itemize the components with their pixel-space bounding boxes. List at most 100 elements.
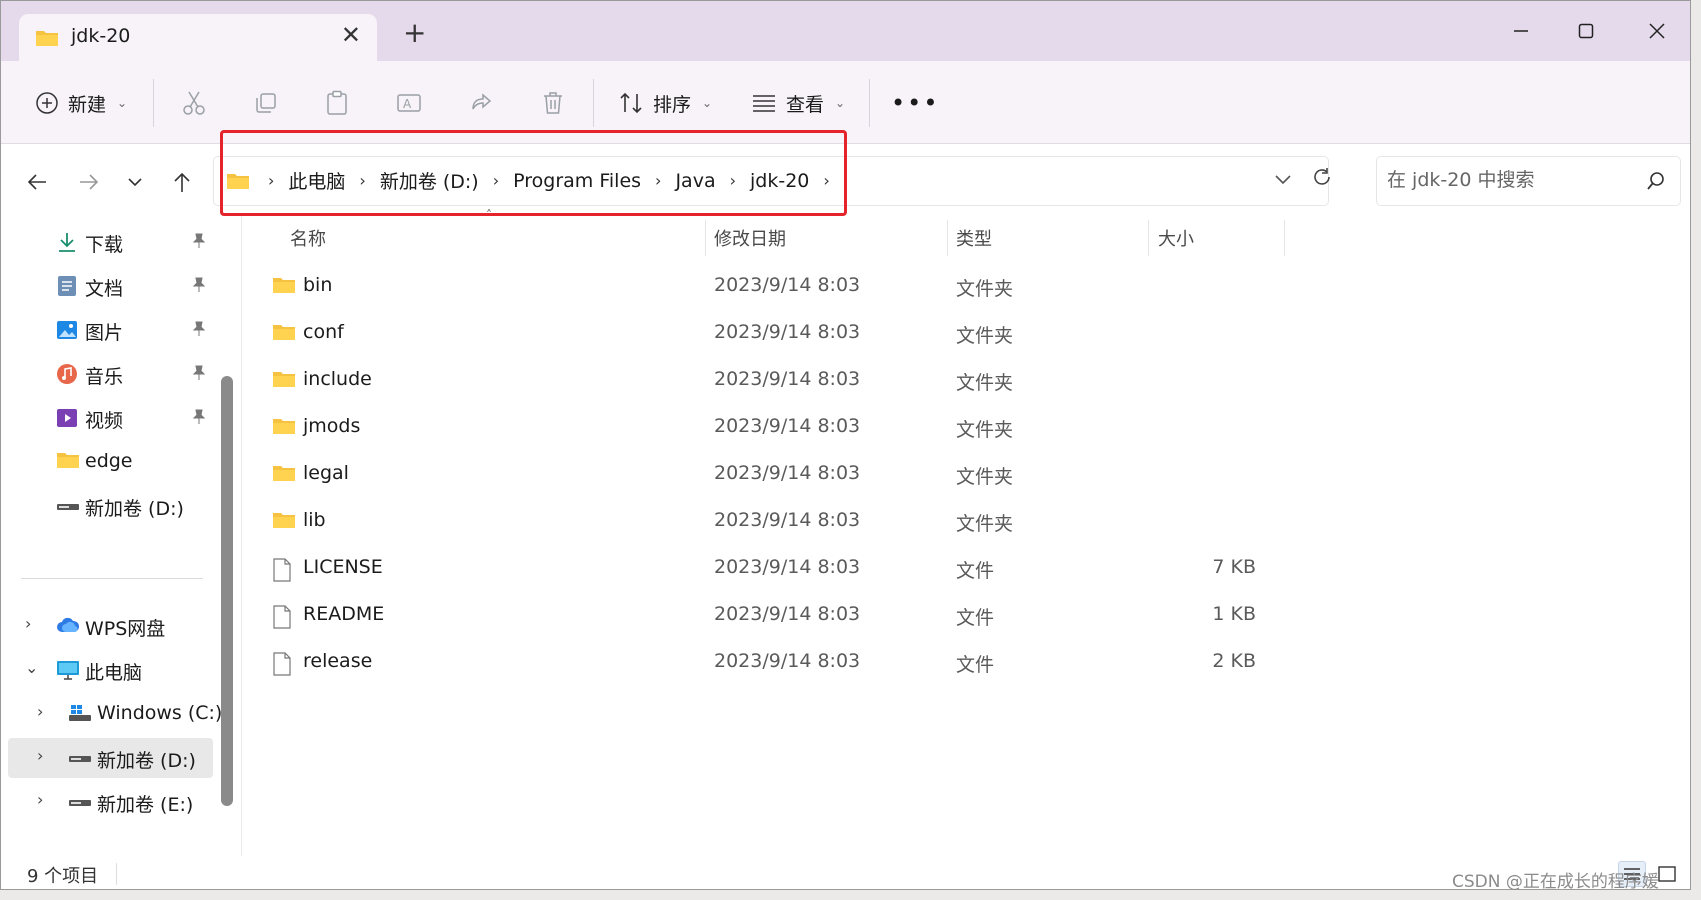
refresh-icon[interactable] [1311,166,1333,193]
sidebar-item-videos[interactable]: 视频 [1,398,216,438]
sidebar-item-label: 音乐 [85,366,124,388]
cloud-icon [56,615,80,637]
address-history-dropdown[interactable] [1274,169,1292,191]
sidebar-item-edge[interactable]: edge [1,442,216,482]
file-size: 2 KB [1212,650,1256,672]
paste-icon[interactable] [321,87,353,119]
file-row[interactable]: LICENSE 2023/9/14 8:03 文件 7 KB [242,545,1442,592]
sidebar-item-documents[interactable]: 文档 [1,266,216,306]
file-row[interactable]: conf 2023/9/14 8:03 文件夹 [242,310,1442,357]
sidebar-item-pictures[interactable]: 图片 [1,310,216,350]
chevron-right-icon[interactable]: › [823,171,829,190]
sidebar-item-music[interactable]: 音乐 [1,354,216,394]
crumb-java[interactable]: Java [675,170,715,192]
pin-icon[interactable] [192,320,206,342]
toolbar-divider [593,79,594,127]
folder-icon [272,464,296,487]
file-date: 2023/9/14 8:03 [714,368,861,390]
sidebar-item-wps-cloud[interactable]: › WPS网盘 [1,606,216,646]
sidebar-item-drive-c[interactable]: › Windows (C:) [1,694,222,734]
sidebar-item-label: 此电脑 [85,662,143,684]
column-divider[interactable] [1148,220,1149,256]
column-header-date[interactable]: 修改日期 [714,216,786,260]
address-bar[interactable]: › 此电脑 › 新加卷 (D:) › Program Files › Java … [213,156,1329,206]
view-button[interactable]: 查看 ⌄ [751,85,845,121]
delete-icon[interactable] [537,87,569,119]
sidebar-item-drive-d-quick[interactable]: 新加卷 (D:) [1,486,216,526]
chevron-right-icon[interactable]: › [493,171,499,190]
tab-jdk-20[interactable]: jdk-20 ✕ [19,14,377,61]
search-box[interactable] [1376,156,1681,206]
column-header-type[interactable]: 类型 [956,216,992,260]
sidebar-item-this-pc[interactable]: ⌄ 此电脑 [1,650,216,690]
sidebar-item-drive-e[interactable]: › 新加卷 (E:) [1,782,216,822]
forward-icon[interactable] [71,164,107,200]
pin-icon[interactable] [192,408,206,430]
file-row[interactable]: README 2023/9/14 8:03 文件 1 KB [242,592,1442,639]
column-header-name[interactable]: 名称 [290,216,326,260]
chevron-right-icon[interactable]: › [268,171,274,190]
file-date: 2023/9/14 8:03 [714,556,861,578]
crumb-this-pc[interactable]: 此电脑 [288,167,345,194]
search-icon[interactable] [1646,171,1666,196]
folder-icon [56,451,79,473]
maximize-icon[interactable] [1566,13,1606,49]
view-label: 查看 [786,93,825,116]
back-icon[interactable] [19,164,55,200]
column-divider[interactable] [1284,220,1285,256]
chevron-right-icon[interactable]: › [37,790,43,809]
crumb-jdk-20[interactable]: jdk-20 [750,170,809,192]
recent-locations-icon[interactable] [117,164,153,200]
up-icon[interactable] [164,164,200,200]
file-row[interactable]: release 2023/9/14 8:03 文件 2 KB [242,639,1442,686]
rename-icon[interactable]: A [393,87,425,119]
chevron-right-icon[interactable]: › [25,614,31,633]
new-button[interactable]: 新建 ⌄ [35,85,127,121]
crumb-drive-d[interactable]: 新加卷 (D:) [380,167,479,194]
chevron-right-icon[interactable]: › [359,171,365,190]
new-tab-button[interactable]: + [403,19,426,47]
sort-ascending-icon: ˄ [486,208,492,222]
document-icon [56,275,78,297]
copy-icon[interactable] [250,87,282,119]
cut-icon[interactable] [178,87,210,119]
file-row[interactable]: jmods 2023/9/14 8:03 文件夹 [242,404,1442,451]
chevron-right-icon[interactable]: › [37,702,43,721]
crumb-program-files[interactable]: Program Files [513,170,641,192]
navigation-pane: 下载 文档 图片 音乐 视频 edge 新加卷 (D:) › WPS网盘 ⌄ 此… [1,216,236,856]
file-row[interactable]: legal 2023/9/14 8:03 文件夹 [242,451,1442,498]
scrollbar-thumb[interactable] [221,376,233,806]
picture-icon [56,319,78,341]
column-header-size[interactable]: 大小 [1158,216,1194,260]
file-row[interactable]: include 2023/9/14 8:03 文件夹 [242,357,1442,404]
chevron-down-icon[interactable]: ⌄ [25,658,38,677]
column-divider[interactable] [947,220,948,256]
more-icon[interactable]: ••• [891,85,939,121]
chevron-right-icon[interactable]: › [655,171,661,190]
file-row[interactable]: lib 2023/9/14 8:03 文件夹 [242,498,1442,545]
search-input[interactable] [1387,169,1627,191]
sidebar-item-downloads[interactable]: 下载 [1,222,216,262]
computer-icon [56,659,79,681]
file-row[interactable]: bin 2023/9/14 8:03 文件夹 [242,263,1442,310]
sidebar-item-label: 图片 [85,322,124,344]
sidebar-item-drive-d[interactable]: › 新加卷 (D:) [8,738,213,778]
pin-icon[interactable] [192,276,206,298]
view-icon [753,95,775,112]
svg-text:A: A [403,97,412,111]
file-name: lib [303,509,326,531]
column-divider[interactable] [705,220,706,256]
chevron-right-icon[interactable]: › [37,746,43,765]
file-name: include [303,368,372,390]
close-tab-icon[interactable]: ✕ [341,21,361,49]
pin-icon[interactable] [192,364,206,386]
pin-icon[interactable] [192,232,206,254]
sidebar-scrollbar[interactable] [221,376,233,806]
share-icon[interactable] [465,87,497,119]
file-list: ˄ 名称 修改日期 类型 大小 bin 2023/9/14 8:03 文件夹 c… [241,208,1690,856]
file-explorer-window: jdk-20 ✕ + 新建 ⌄ A 排序 ⌄ 查看 ⌄ ••• › 此电脑 › … [0,0,1691,890]
chevron-right-icon[interactable]: › [730,171,736,190]
minimize-icon[interactable] [1501,13,1541,49]
close-icon[interactable] [1637,13,1677,49]
sort-button[interactable]: 排序 ⌄ [618,85,712,121]
